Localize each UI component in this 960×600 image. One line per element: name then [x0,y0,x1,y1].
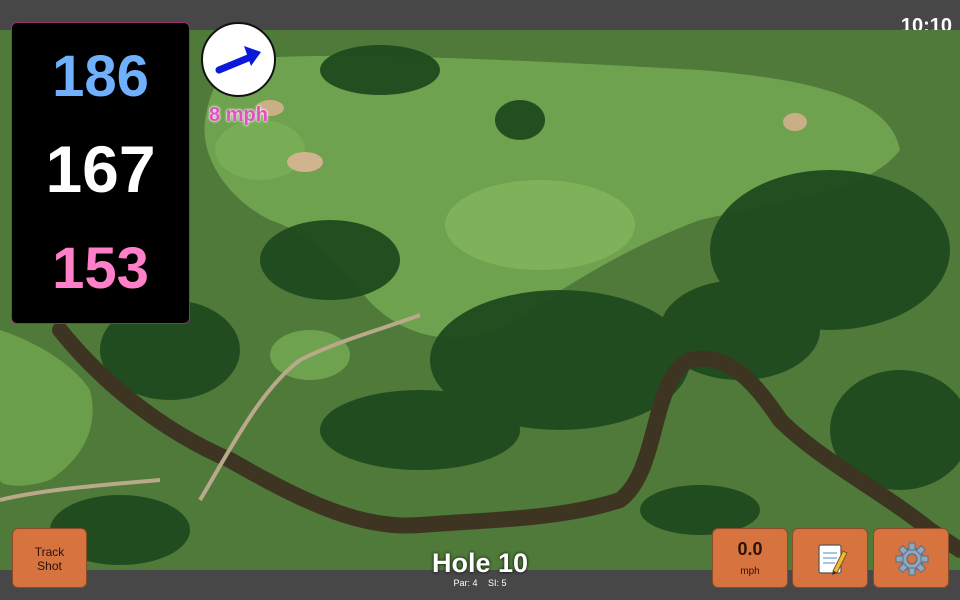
hole-info: Par: 4 SI: 5 [380,578,580,588]
speed-value: 0.0 [737,539,763,559]
speed-unit: mph [740,566,760,577]
track-shot-label-line2: Shot [37,559,62,573]
settings-button[interactable] [873,528,949,588]
par-label: Par: 4 [453,578,478,588]
hole-title: Hole 10 [431,548,529,578]
wind-speed-label: 8 mph [209,104,268,126]
track-shot-button[interactable]: Track Shot [12,528,87,588]
track-shot-label-line1: Track [34,545,65,559]
wind-arrow-icon [215,46,261,74]
notepad-icon [818,544,848,575]
wind-indicator [201,22,276,97]
stroke-index-label: SI: 5 [488,578,507,588]
distance-panel: 186 167 153 [11,22,190,324]
front-distance: 153 [52,236,149,301]
gear-icon [895,542,929,576]
middle-distance: 167 [45,132,156,206]
speed-button[interactable]: 0.0 mph [712,528,788,588]
notes-button[interactable] [792,528,868,588]
back-distance: 186 [52,44,149,109]
